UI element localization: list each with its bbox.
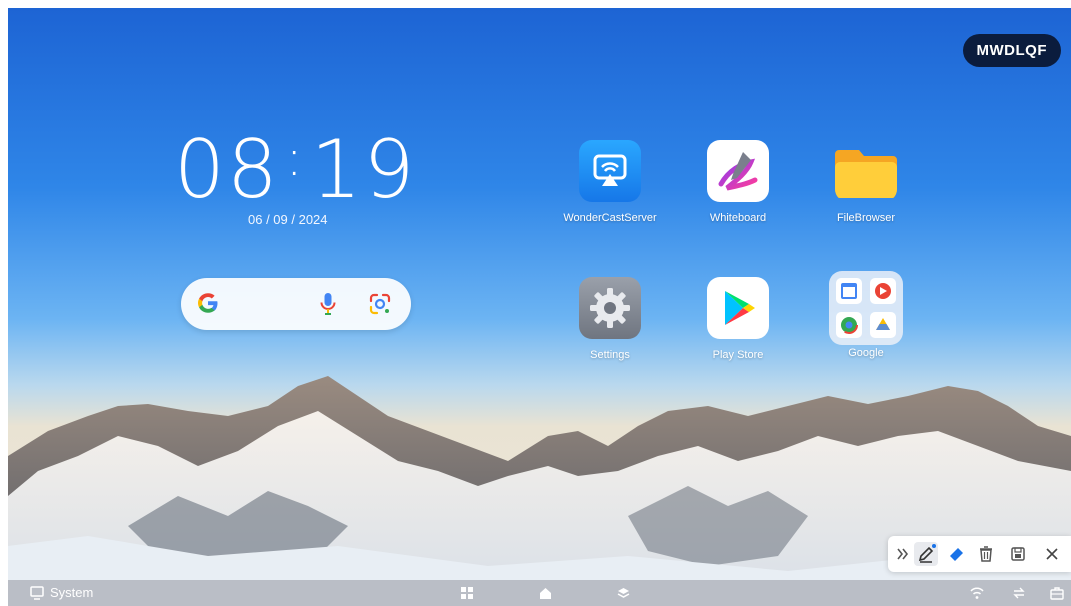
microphone-icon[interactable] [317, 291, 339, 317]
wifi-icon[interactable] [970, 586, 984, 600]
app-settings[interactable]: Settings [555, 277, 665, 361]
app-whiteboard[interactable]: Whiteboard [683, 140, 793, 224]
google-folder-icon [829, 271, 903, 345]
clock-separator: : [285, 129, 305, 187]
gear-icon [579, 277, 641, 339]
google-g-icon [198, 293, 218, 313]
pen-tool-icon[interactable] [914, 542, 938, 566]
clock-hours: 08 [174, 123, 280, 216]
close-icon[interactable] [1040, 542, 1064, 566]
trash-icon[interactable] [974, 542, 998, 566]
taskbar: System [8, 580, 1071, 606]
annotation-toolbar [888, 536, 1071, 572]
folder-icon [835, 140, 897, 202]
app-filebrowser[interactable]: FileBrowser [811, 140, 921, 224]
app-label: WonderCastServer [563, 212, 657, 224]
play-store-icon [707, 277, 769, 339]
system-icon[interactable] [30, 586, 44, 600]
apps-grid-icon[interactable] [461, 587, 473, 599]
layers-icon[interactable] [617, 587, 630, 600]
cast-icon [579, 140, 641, 202]
clock-minutes: 19 [310, 123, 417, 216]
app-label: Whiteboard [709, 212, 767, 224]
app-label: Google [848, 347, 884, 359]
system-label[interactable]: System [50, 585, 93, 600]
app-label: FileBrowser [836, 212, 896, 224]
app-google-folder[interactable]: Google [811, 271, 921, 359]
expand-icon[interactable] [890, 542, 914, 566]
google-search-bar[interactable] [181, 278, 411, 330]
toolbox-icon[interactable] [1050, 586, 1064, 600]
google-lens-icon[interactable] [367, 291, 393, 317]
device-code-badge[interactable]: MWDLQF [962, 34, 1061, 67]
save-icon[interactable] [1006, 542, 1030, 566]
app-play-store[interactable]: Play Store [683, 277, 793, 361]
wallpaper: MWDLQF 08:19 06 / 09 / 2024 WonderCastS… [8, 8, 1071, 606]
home-icon[interactable] [539, 587, 552, 600]
app-label: Play Store [712, 349, 764, 361]
clock-date: 06 / 09 / 2024 [248, 212, 328, 227]
desktop-screen: MWDLQF 08:19 06 / 09 / 2024 WonderCastS… [0, 0, 1071, 606]
app-label: Settings [590, 349, 630, 361]
eraser-icon[interactable] [944, 542, 968, 566]
clock-time: 08:19 [174, 130, 416, 210]
app-wondercastserver[interactable]: WonderCastServer [555, 140, 665, 224]
pen-icon [707, 140, 769, 202]
transfer-icon[interactable] [1012, 586, 1026, 600]
